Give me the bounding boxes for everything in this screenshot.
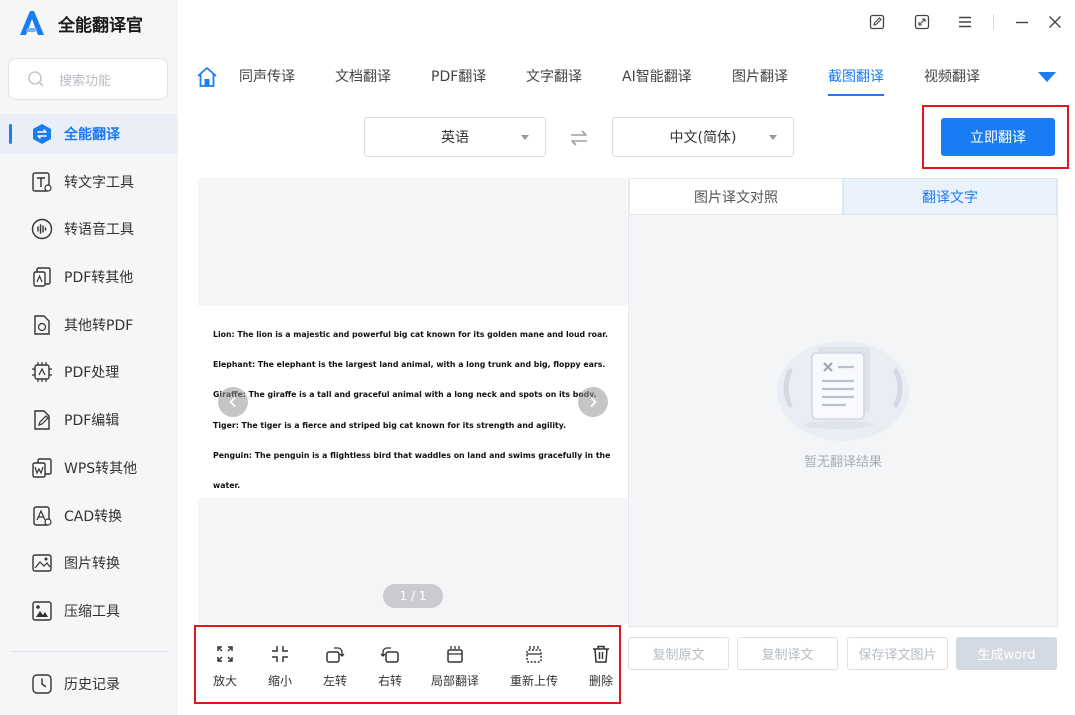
close-icon (1049, 16, 1061, 28)
minimize-button[interactable] (1012, 12, 1032, 32)
tab-video[interactable]: 视频翻译 (924, 66, 980, 96)
app-logo: 全能翻译官 (18, 8, 143, 38)
compress-icon (30, 599, 54, 623)
partial-translate-icon (447, 646, 463, 663)
close-button[interactable] (1045, 12, 1065, 32)
image-text-line: Lion: The lion is a majestic and powerfu… (213, 330, 608, 339)
history-icon (30, 672, 54, 696)
screenshot-image: Lion: The lion is a majestic and powerfu… (198, 306, 627, 498)
zoom-in-button[interactable]: 放大 (211, 644, 239, 690)
partial-translate-button[interactable]: 局部翻译 (429, 644, 481, 690)
generate-word-button[interactable]: 生成word (956, 637, 1057, 670)
chevron-down-icon (769, 135, 777, 140)
mini-window-button[interactable] (912, 12, 932, 32)
empty-result-illustration (777, 341, 909, 441)
reupload-icon (526, 646, 542, 663)
rotate-left-icon (326, 647, 345, 663)
next-image-button[interactable] (578, 387, 608, 417)
copy-source-button[interactable]: 复制原文 (628, 637, 729, 670)
tab-document[interactable]: 文档翻译 (335, 66, 391, 96)
tab-image[interactable]: 图片翻译 (732, 66, 788, 96)
source-language-select[interactable]: 英语 (364, 117, 546, 157)
chevron-left-icon (229, 396, 236, 408)
empty-result-text: 暂无翻译结果 (803, 455, 882, 470)
edit-icon (869, 14, 885, 30)
rotate-right-icon (380, 647, 399, 663)
image-text-line: Elephant: The elephant is the largest la… (213, 360, 606, 370)
target-language-select[interactable]: 中文(简体) (612, 117, 794, 157)
edit-button[interactable] (867, 12, 887, 32)
sidebar: 全能翻译官 搜索功能 全能翻译 转文字工具 转语音工具 PDF转其他 其他转PD… (0, 0, 178, 715)
pdf-process-icon (30, 360, 54, 384)
chevron-right-icon (590, 396, 597, 408)
sidebar-item-wps-to-other[interactable]: WPS转其他 (0, 448, 178, 488)
rotate-left-button[interactable]: 左转 (321, 644, 349, 690)
shrink-icon (914, 14, 930, 30)
home-button[interactable] (196, 66, 218, 88)
cad-icon (30, 504, 54, 528)
app-title: 全能翻译官 (58, 15, 143, 36)
logo-icon (20, 11, 44, 35)
source-language-value: 英语 (441, 130, 469, 146)
pdf-edit-icon (30, 408, 54, 432)
image-convert-icon (30, 551, 54, 575)
copy-translation-button[interactable]: 复制译文 (737, 637, 838, 670)
save-translation-image-button[interactable]: 保存译文图片 (847, 637, 948, 670)
search-input[interactable]: 搜索功能 (8, 58, 168, 100)
sidebar-item-image-convert[interactable]: 图片转换 (0, 543, 178, 583)
tab-translated-text[interactable]: 翻译文字 (843, 178, 1057, 215)
sidebar-item-compress[interactable]: 压缩工具 (0, 591, 178, 631)
tab-ai[interactable]: AI智能翻译 (622, 66, 692, 96)
image-text-line: Giraffe: The giraffe is a tall and grace… (213, 390, 597, 400)
tab-screenshot[interactable]: 截图翻译 (828, 66, 884, 96)
text-convert-icon (30, 170, 54, 194)
delete-button[interactable]: 删除 (587, 644, 615, 690)
home-icon (197, 67, 217, 87)
image-text-line: Penguin: The penguin is a flightless bir… (213, 450, 611, 460)
sidebar-item-cad-convert[interactable]: CAD转换 (0, 496, 178, 536)
zoom-out-button[interactable]: 缩小 (266, 644, 294, 690)
triangle-down-icon (1038, 72, 1056, 82)
menu-button[interactable] (955, 12, 975, 32)
app-window: 全能翻译官 搜索功能 全能翻译 转文字工具 转语音工具 PDF转其他 其他转PD… (0, 0, 1075, 715)
voice-icon (30, 217, 54, 241)
sidebar-item-all-translate[interactable]: 全能翻译 (0, 114, 178, 154)
sidebar-item-history[interactable]: 历史记录 (0, 664, 178, 704)
sidebar-item-pdf-edit[interactable]: PDF编辑 (0, 400, 178, 440)
translate-now-button[interactable]: 立即翻译 (941, 118, 1055, 156)
pdf-convert-icon (30, 265, 54, 289)
search-icon (28, 71, 44, 87)
chevron-down-icon (521, 135, 529, 140)
tab-pdf[interactable]: PDF翻译 (431, 66, 486, 96)
image-text-line: Tiger: The tiger is a fierce and striped… (213, 420, 567, 430)
sidebar-item-text-tools[interactable]: 转文字工具 (0, 162, 178, 202)
rotate-right-button[interactable]: 右转 (376, 644, 404, 690)
sidebar-item-voice-tools[interactable]: 转语音工具 (0, 209, 178, 249)
sidebar-item-pdf-process[interactable]: PDF处理 (0, 352, 178, 392)
to-pdf-icon (30, 313, 54, 337)
wps-icon (30, 456, 54, 480)
tabs-more-button[interactable] (1037, 68, 1057, 82)
swap-languages-button[interactable] (569, 128, 589, 148)
sidebar-divider (10, 651, 168, 652)
swap-icon (571, 130, 587, 146)
tab-image-compare[interactable]: 图片译文对照 (629, 178, 843, 215)
window-controls-divider (993, 14, 994, 30)
page-indicator: 1 / 1 (383, 584, 443, 608)
image-text-line: water. (213, 481, 241, 491)
tab-text[interactable]: 文字翻译 (526, 66, 582, 96)
sidebar-item-other-to-pdf[interactable]: 其他转PDF (0, 305, 178, 345)
target-language-value: 中文(简体) (669, 130, 737, 146)
search-placeholder: 搜索功能 (59, 73, 112, 89)
menu-icon (959, 16, 971, 28)
tab-simultaneous[interactable]: 同声传译 (239, 66, 295, 96)
delete-icon (593, 645, 609, 663)
zoom-in-icon (217, 646, 233, 662)
sidebar-item-pdf-to-other[interactable]: PDF转其他 (0, 257, 178, 297)
zoom-out-icon (272, 646, 288, 662)
prev-image-button[interactable] (218, 387, 248, 417)
translate-icon (30, 122, 54, 146)
reupload-button[interactable]: 重新上传 (508, 644, 560, 690)
minimize-icon (1016, 21, 1028, 24)
